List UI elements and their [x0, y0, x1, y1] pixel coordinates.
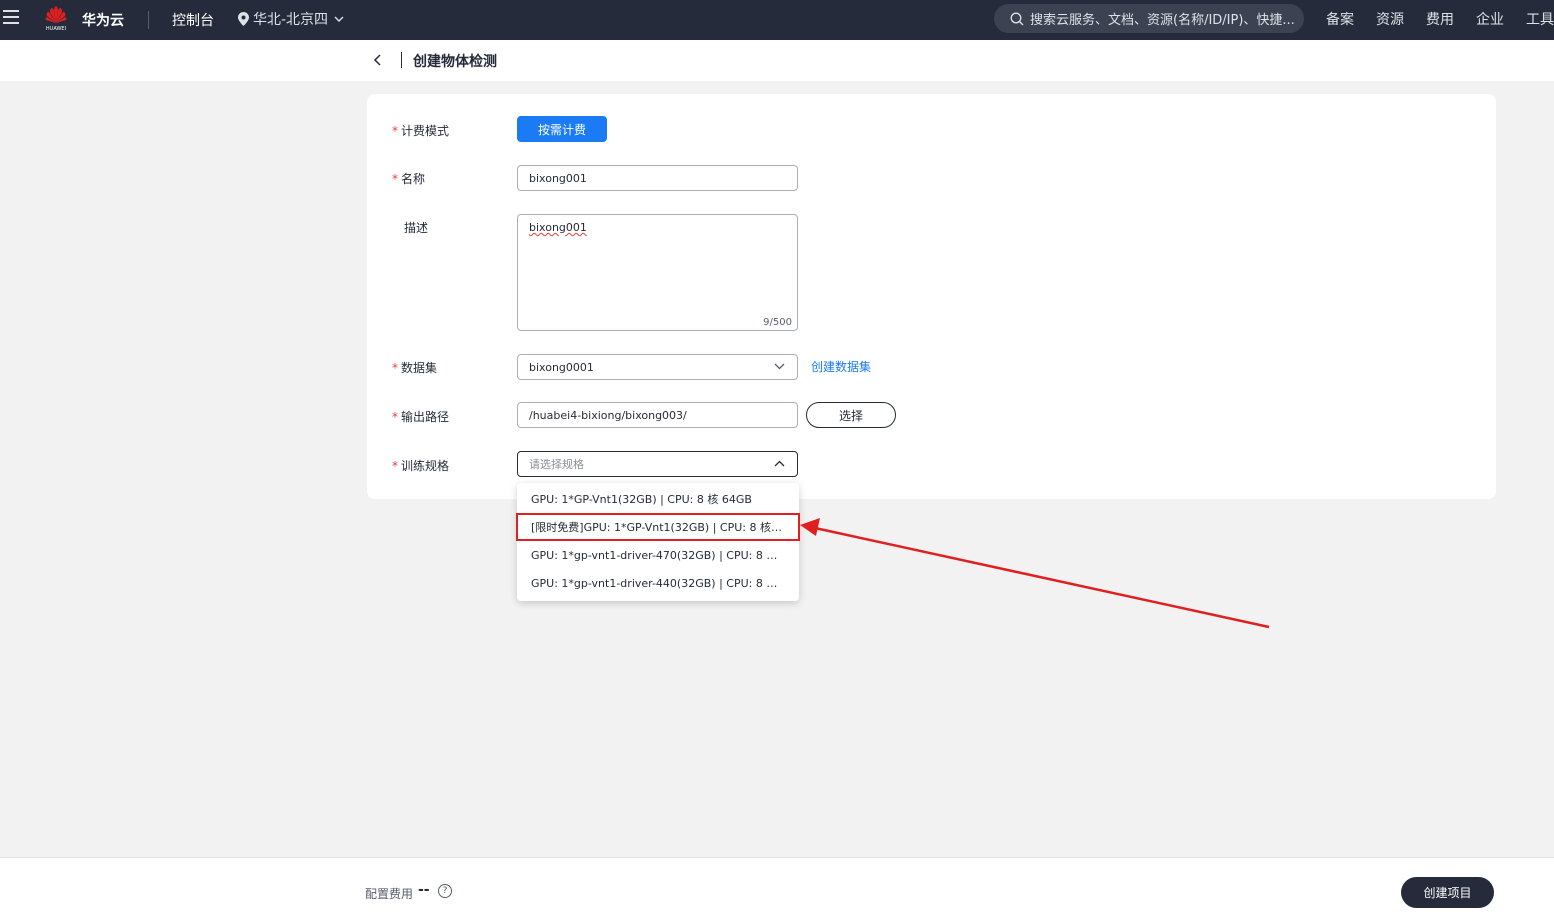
training-spec-dropdown: GPU: 1*GP-Vnt1(32GB) | CPU: 8 核 64GB [限时…	[516, 483, 800, 601]
create-dataset-link[interactable]: 创建数据集	[811, 358, 871, 375]
training-spec-select[interactable]: 请选择规格	[517, 451, 798, 477]
dataset-selected-value: bixong0001	[529, 360, 594, 374]
huawei-wordmark: HUAWEI	[45, 26, 67, 32]
create-project-button[interactable]: 创建项目	[1401, 877, 1494, 908]
console-link[interactable]: 控制台	[172, 10, 214, 30]
description-text: bixong001	[529, 221, 587, 234]
required-mark: *	[392, 124, 398, 138]
chevron-up-icon	[774, 460, 785, 467]
required-mark: *	[392, 172, 398, 186]
nav-link-enterprise[interactable]: 企业	[1476, 9, 1504, 29]
divider	[148, 11, 149, 29]
global-search-input[interactable]: 搜索云服务、文档、资源(名称/ID/IP)、快捷...	[994, 4, 1304, 33]
output-path-input[interactable]: /huabei4-bixiong/bixong003/	[517, 402, 798, 428]
name-label: * 名称	[392, 172, 426, 186]
dataset-select[interactable]: bixong0001	[517, 354, 798, 380]
nav-link-billing[interactable]: 费用	[1426, 9, 1454, 29]
footer-bar: 配置费用 -- ? 创建项目	[0, 857, 1554, 912]
top-nav-links: 备案 资源 费用 企业 工具	[1326, 9, 1554, 29]
search-icon	[1010, 12, 1024, 25]
top-navigation-bar: HUAWEI 华为云 控制台 华北-北京四 搜索云服务、文档、资源(名称/ID/…	[0, 0, 1554, 40]
chevron-down-icon	[334, 16, 344, 22]
config-fee-value: --	[418, 882, 430, 898]
spec-option[interactable]: GPU: 1*gp-vnt1-driver-470(32GB) | CPU: 8…	[517, 541, 799, 569]
region-label: 华北-北京四	[253, 12, 329, 28]
huawei-logo[interactable]: HUAWEI	[42, 6, 70, 34]
site-name[interactable]: 华为云	[82, 10, 124, 30]
chevron-down-icon	[774, 363, 785, 370]
training-spec-placeholder: 请选择规格	[529, 458, 584, 471]
nav-link-filing[interactable]: 备案	[1326, 9, 1354, 29]
location-pin-icon	[238, 12, 249, 26]
spec-option[interactable]: GPU: 1*gp-vnt1-driver-440(32GB) | CPU: 8…	[517, 569, 799, 597]
billing-mode-label: * 计费模式	[392, 124, 450, 138]
char-counter: 9/500	[763, 317, 792, 328]
huawei-petals-icon	[45, 6, 67, 23]
output-path-label: * 输出路径	[392, 410, 450, 424]
page-title-bar: 创建物体检测	[0, 40, 1554, 81]
description-textarea[interactable]: bixong001 9/500	[517, 214, 798, 331]
pay-per-use-button[interactable]: 按需计费	[517, 116, 607, 142]
nav-link-tools[interactable]: 工具	[1526, 9, 1554, 29]
create-form-card: * 计费模式 按需计费 * 名称 bixong001 描述 bixong001 9/…	[367, 94, 1496, 499]
name-input[interactable]: bixong001	[517, 165, 798, 191]
help-icon[interactable]: ?	[438, 884, 452, 898]
page-title: 创建物体检测	[413, 54, 497, 70]
spec-option-free-highlighted[interactable]: [限时免费]GPU: 1*GP-Vnt1(32GB) | CPU: 8 核 64…	[516, 513, 800, 541]
back-arrow-icon[interactable]	[370, 52, 386, 68]
required-mark: *	[392, 410, 398, 424]
required-mark: *	[392, 459, 398, 473]
nav-link-resources[interactable]: 资源	[1376, 9, 1404, 29]
config-fee-label: 配置费用	[365, 887, 414, 901]
hamburger-menu-icon[interactable]	[3, 10, 19, 24]
required-mark: *	[392, 361, 398, 375]
region-selector[interactable]: 华北-北京四	[238, 9, 348, 29]
search-placeholder: 搜索云服务、文档、资源(名称/ID/IP)、快捷...	[1030, 13, 1295, 28]
dataset-label: * 数据集	[392, 361, 438, 375]
select-path-button[interactable]: 选择	[806, 402, 896, 428]
training-spec-label: * 训练规格	[392, 459, 450, 473]
description-label: 描述	[404, 221, 429, 235]
divider	[401, 52, 402, 68]
spec-option[interactable]: GPU: 1*GP-Vnt1(32GB) | CPU: 8 核 64GB	[517, 485, 799, 513]
